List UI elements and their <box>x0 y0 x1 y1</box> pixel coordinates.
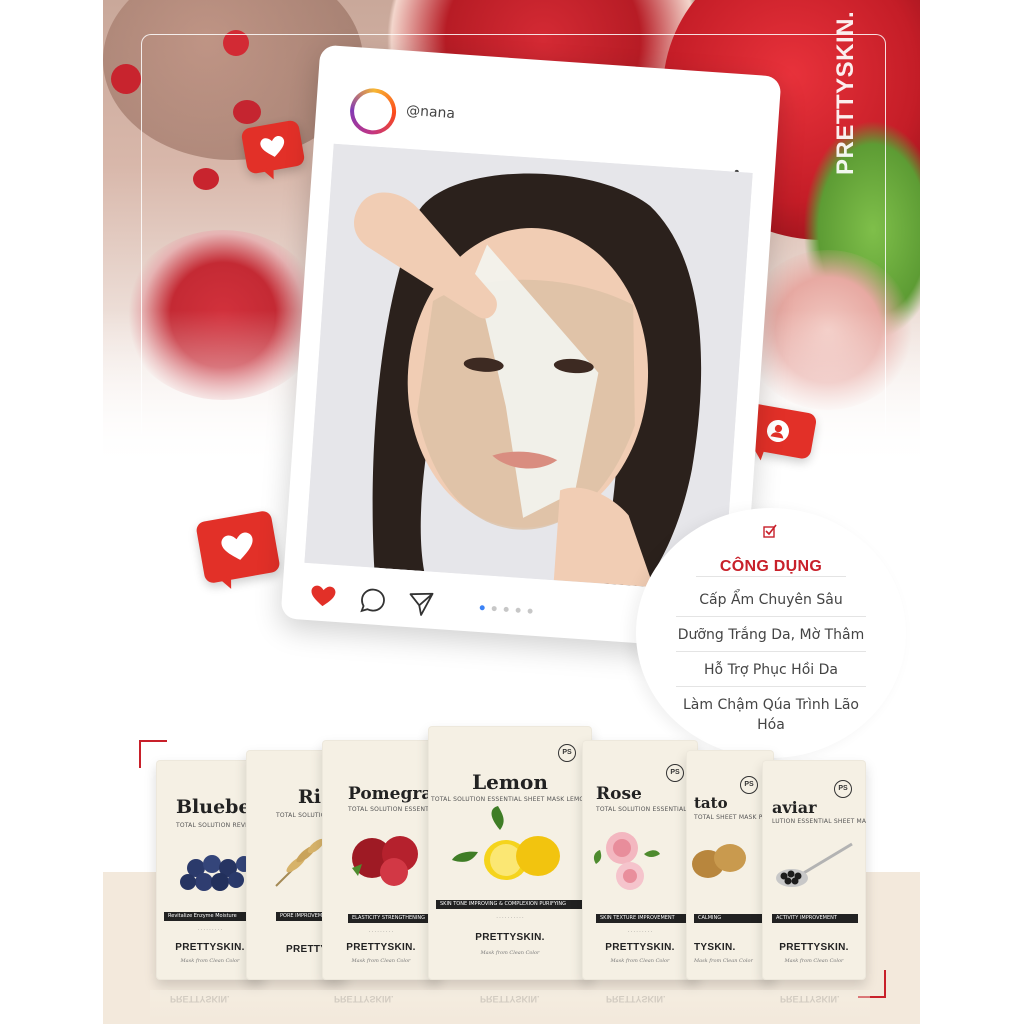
pack-brand: PRETTYSKIN. <box>779 942 849 953</box>
heart-icon <box>260 135 285 157</box>
pack-small-print: · · · · · · · · · <box>627 930 653 935</box>
pack-small-print: · · · · · · · · · <box>368 930 394 935</box>
heart-icon[interactable] <box>309 583 337 609</box>
pack-subtitle: TOTAL SOLUTION ESSENTIAL SHEET MASK P <box>348 806 440 813</box>
ps-badge: PS <box>834 780 852 798</box>
pack-title: Pomegran <box>348 784 440 804</box>
reflection-text: PRETTYSKIN. <box>780 994 840 1004</box>
benefit-item: Hỗ Trợ Phục Hồi Da <box>704 662 838 678</box>
carousel-indicator <box>479 605 533 614</box>
avatar[interactable] <box>348 86 398 136</box>
pack-benefit-band: CALMING <box>694 914 766 923</box>
carousel-dot[interactable] <box>491 605 497 612</box>
lemon-illustration <box>452 806 560 880</box>
divider <box>676 616 866 617</box>
like-badge-bottom <box>195 509 281 585</box>
reflection-text: PRETTYSKIN. <box>606 994 666 1004</box>
pack-title: Lemon <box>472 770 548 794</box>
pack-subtitle: TOTAL SOLUTION ESSENTIAL SHEET MASK LEMO… <box>430 796 590 803</box>
seed-1 <box>111 64 141 94</box>
post-photo <box>304 143 753 593</box>
pack-subtitle: TOTAL SOLUTION ESSENTIAL SHEET MASK ROSE <box>596 806 698 813</box>
pack-tagline: Mask from Clean Color <box>351 958 411 964</box>
model-illustration <box>304 143 753 593</box>
divider <box>676 686 866 687</box>
pack-benefit-band: SKIN TEXTURE IMPROVEMENT <box>596 914 690 923</box>
ps-badge: PS <box>666 764 684 782</box>
promo-canvas: PRETTYSKIN. @nana CÔNG DỤNG Cấp Ẩm Chuyê… <box>0 0 1024 1024</box>
pack-brand: PRETTYSKIN. <box>605 942 675 953</box>
pack-benefit-band: ACTIVITY IMPROVEMENT <box>772 914 858 923</box>
mask-pack-potato[interactable]: PS tato TOTAL SHEET MASK POTATO CALMING … <box>686 750 774 980</box>
pack-subtitle: LUTION ESSENTIAL SHEET MASK CAVIAR <box>772 818 866 825</box>
potato-illustration <box>692 844 746 878</box>
pack-benefit-band: Revitalize Enzyme Moisture <box>164 912 256 921</box>
pomegranate-illustration <box>352 836 418 886</box>
mask-pack-caviar[interactable]: PS aviar LUTION ESSENTIAL SHEET MASK CAV… <box>762 760 866 980</box>
pack-title: aviar <box>772 798 817 817</box>
heart-icon <box>221 532 253 560</box>
pack-tagline: Mask from Clean Color <box>784 958 844 964</box>
mask-pack-rose[interactable]: PS Rose TOTAL SOLUTION ESSENTIAL SHEET M… <box>582 740 698 980</box>
reflection-text: PRETTYSKIN. <box>170 994 230 1004</box>
mask-pack-pomegranate[interactable]: Pomegran TOTAL SOLUTION ESSENTIAL SHEET … <box>322 740 440 980</box>
pack-tagline: Mask from Clean Color <box>610 958 670 964</box>
benefits-title: CÔNG DỤNG <box>719 558 823 575</box>
pack-tagline: Mask from Clean Color <box>480 950 540 956</box>
reflection-text: PRETTYSKIN. <box>480 994 540 1004</box>
carousel-dot[interactable] <box>515 607 521 613</box>
carousel-dot[interactable] <box>479 605 485 611</box>
pack-brand: PRETTYSKIN. <box>475 932 545 943</box>
checkbox-icon <box>763 524 777 538</box>
ps-badge: PS <box>558 744 576 762</box>
user-icon <box>767 420 789 442</box>
mask-pack-lemon[interactable]: PS Lemon TOTAL SOLUTION ESSENTIAL SHEET … <box>428 726 592 980</box>
benefits-panel: CÔNG DỤNG Cấp Ẩm Chuyên Sâu Dưỡng Trắng … <box>636 508 906 758</box>
benefit-item: Làm Chậm Qúa Trình Lão Hóa <box>683 697 859 733</box>
pack-brand: PRETTYSKIN. <box>346 942 416 953</box>
benefit-item: Dưỡng Trắng Da, Mờ Thâm <box>677 627 865 643</box>
pack-benefit-band: ELASTICITY STRENGTHENING <box>348 914 432 923</box>
ps-badge: PS <box>740 776 758 794</box>
benefit-item: Cấp Ẩm Chuyên Sâu <box>699 592 843 608</box>
carousel-dot[interactable] <box>503 606 509 613</box>
packs-reflection: PRETTYSKIN. PRETTYSKIN. PRETTYSKIN. PRET… <box>150 990 870 1020</box>
send-icon[interactable] <box>407 590 435 618</box>
rose-illustration <box>593 832 660 890</box>
divider <box>676 651 866 652</box>
pack-benefit-band: SKIN TONE IMPROVING & COMPLEXION PURIFYI… <box>436 900 584 909</box>
pack-small-print: · · · · · · · · · · <box>496 916 524 921</box>
pack-title: Rose <box>596 784 642 804</box>
caviar-illustration <box>776 842 853 887</box>
brand-vertical-logo: PRETTYSKIN. <box>832 10 859 175</box>
comment-icon[interactable] <box>359 587 387 615</box>
divider <box>696 576 846 577</box>
post-username[interactable]: @nana <box>406 103 456 122</box>
carousel-dot[interactable] <box>527 608 533 614</box>
reflection-text: PRETTYSKIN. <box>334 994 394 1004</box>
